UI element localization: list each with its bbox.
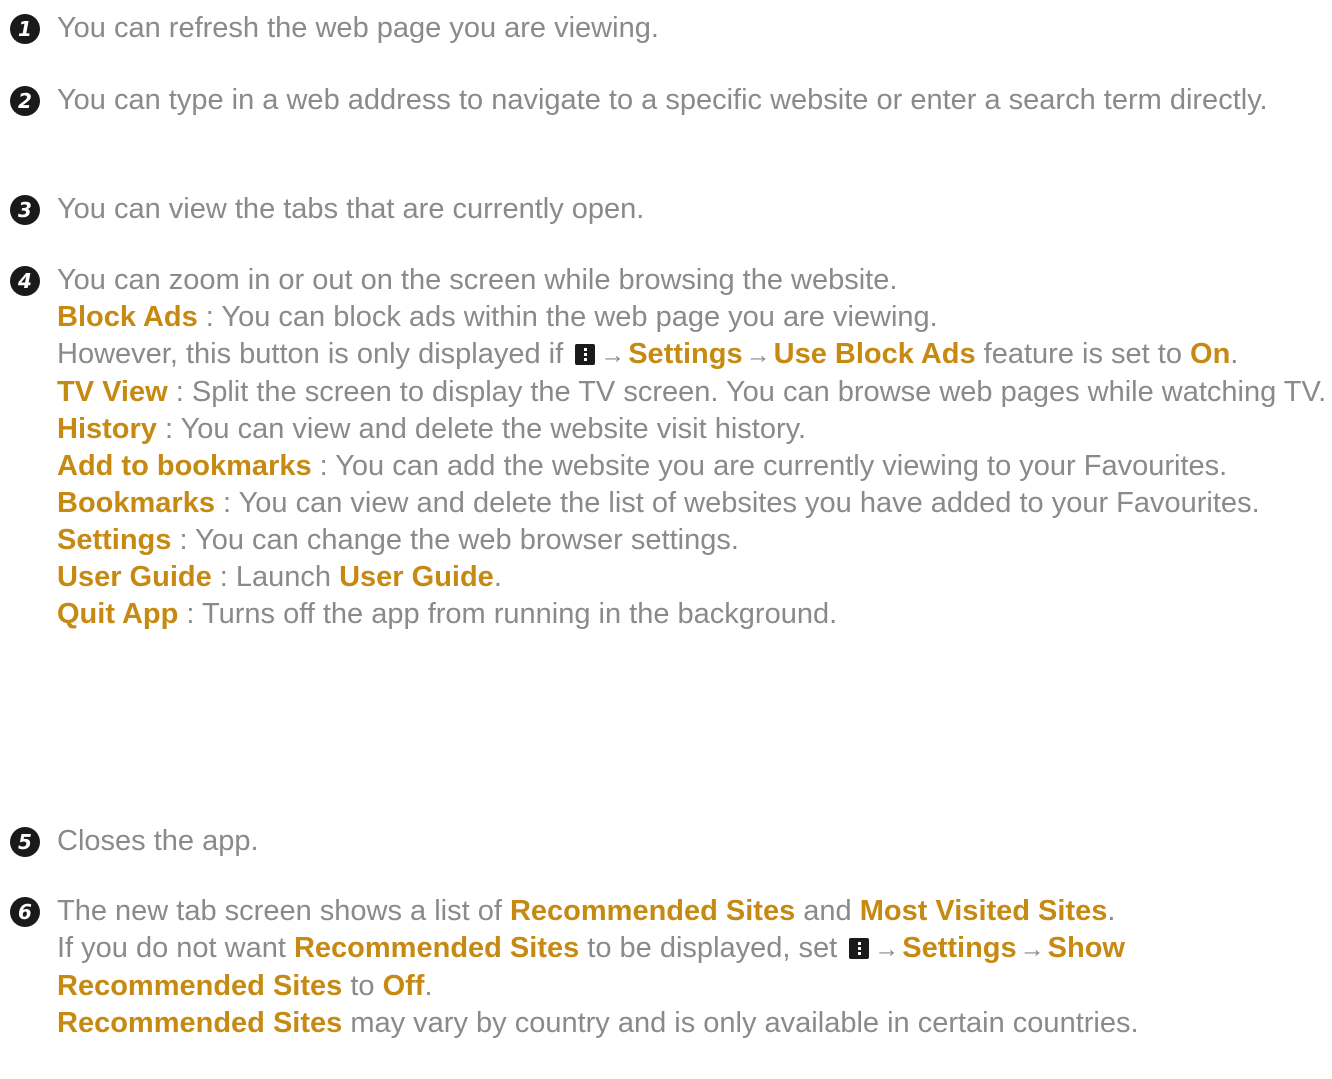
on-term: On (1190, 338, 1231, 370)
line2-mid: to be displayed, set (579, 932, 846, 964)
list-item-3: 3 You can view the tabs that are current… (10, 191, 1328, 228)
settings-term: Settings (628, 338, 743, 370)
line2-to: to (342, 970, 383, 1002)
bookmarks-desc: : You can view and delete the list of we… (214, 487, 1260, 519)
user-guide-end: . (493, 561, 502, 593)
settings-term: Settings (902, 932, 1017, 964)
item-2-text: You can type in a web address to navigat… (57, 84, 1268, 116)
user-guide-term: User Guide (57, 561, 212, 593)
settings-line: Settings : You can change the web browse… (57, 522, 1328, 559)
recommended-sites-term: Recommended Sites (293, 932, 580, 964)
arrow-right-icon: → (1019, 935, 1045, 963)
item-3-text: You can view the tabs that are currently… (57, 193, 645, 225)
line2-pre: If you do not want (57, 932, 294, 964)
quit-app-line: Quit App : Turns off the app from runnin… (57, 596, 1328, 633)
block-ads-note-end: . (1230, 338, 1239, 370)
quit-app-desc: : Turns off the app from running in the … (178, 598, 838, 630)
settings-desc: : You can change the web browser setting… (171, 524, 739, 556)
line1-pre: The new tab screen shows a list of (57, 895, 510, 927)
list-item-1: 1 You can refresh the web page you are v… (10, 10, 1328, 47)
list-item-5: 5 Closes the app. (10, 823, 1328, 860)
item-6-body: The new tab screen shows a list of Recom… (57, 893, 1328, 1042)
number-badge-2: 2 (10, 86, 40, 116)
tv-view-desc: : Split the screen to display the TV scr… (167, 376, 1327, 408)
block-ads-note: However, this button is only displayed i… (57, 336, 1328, 374)
tv-view-line: TV View : Split the screen to display th… (57, 374, 1328, 411)
more-vert-icon (849, 938, 870, 959)
block-ads-note-pre: However, this button is only displayed i… (57, 338, 572, 370)
user-guide-line: User Guide : Launch User Guide. (57, 559, 1328, 596)
add-bookmarks-term: Add to bookmarks (57, 450, 312, 482)
item-4-body: You can zoom in or out on the screen whi… (57, 262, 1328, 633)
block-ads-line: Block Ads : You can block ads within the… (57, 299, 1328, 336)
history-desc: : You can view and delete the website vi… (156, 413, 807, 445)
add-bookmarks-line: Add to bookmarks : You can add the websi… (57, 448, 1328, 485)
recommended-sites-term: Recommended Sites (509, 895, 796, 927)
bookmarks-term: Bookmarks (57, 487, 215, 519)
line2-end: . (424, 970, 433, 1002)
list-item-4: 4 You can zoom in or out on the screen w… (10, 262, 1328, 633)
list-item-2: 2 You can type in a web address to navig… (10, 82, 1328, 119)
tv-view-term: TV View (57, 376, 168, 408)
item-4-text: You can zoom in or out on the screen whi… (57, 264, 898, 296)
item-6-line-2: If you do not want Recommended Sites to … (57, 930, 1328, 1005)
recommended-sites-term: Recommended Sites (57, 1007, 343, 1039)
item-5-text: Closes the app. (57, 825, 259, 857)
arrow-right-icon: → (745, 341, 771, 369)
line3-rest: may vary by country and is only availabl… (342, 1007, 1139, 1039)
item-6-line-1: The new tab screen shows a list of Recom… (57, 893, 1328, 930)
user-guide-term-2: User Guide (339, 561, 494, 593)
number-badge-4: 4 (10, 266, 40, 296)
history-line: History : You can view and delete the we… (57, 411, 1328, 448)
more-vert-icon (575, 344, 596, 365)
quit-app-term: Quit App (57, 598, 179, 630)
number-badge-5: 5 (10, 827, 40, 857)
block-ads-desc: : You can block ads within the web page … (197, 301, 938, 333)
line1-end: . (1107, 895, 1116, 927)
settings-term: Settings (57, 524, 172, 556)
use-block-ads-term: Use Block Ads (773, 338, 976, 370)
number-badge-6: 6 (10, 897, 40, 927)
block-ads-note-mid: feature is set to (975, 338, 1191, 370)
number-badge-1: 1 (10, 14, 40, 44)
block-ads-term: Block Ads (57, 301, 198, 333)
user-guide-desc: : Launch (211, 561, 340, 593)
most-visited-sites-term: Most Visited Sites (859, 895, 1108, 927)
arrow-right-icon: → (600, 341, 626, 369)
history-term: History (57, 413, 157, 445)
item-1-text: You can refresh the web page you are vie… (57, 12, 659, 44)
off-term: Off (382, 970, 425, 1002)
arrow-right-icon: → (874, 935, 900, 963)
line1-and: and (795, 895, 860, 927)
add-bookmarks-desc: : You can add the website you are curren… (311, 450, 1228, 482)
list-item-6: 6 The new tab screen shows a list of Rec… (10, 893, 1328, 1042)
bookmarks-line: Bookmarks : You can view and delete the … (57, 485, 1328, 522)
number-badge-3: 3 (10, 195, 40, 225)
item-6-line-3: Recommended Sites may vary by country an… (57, 1005, 1328, 1042)
